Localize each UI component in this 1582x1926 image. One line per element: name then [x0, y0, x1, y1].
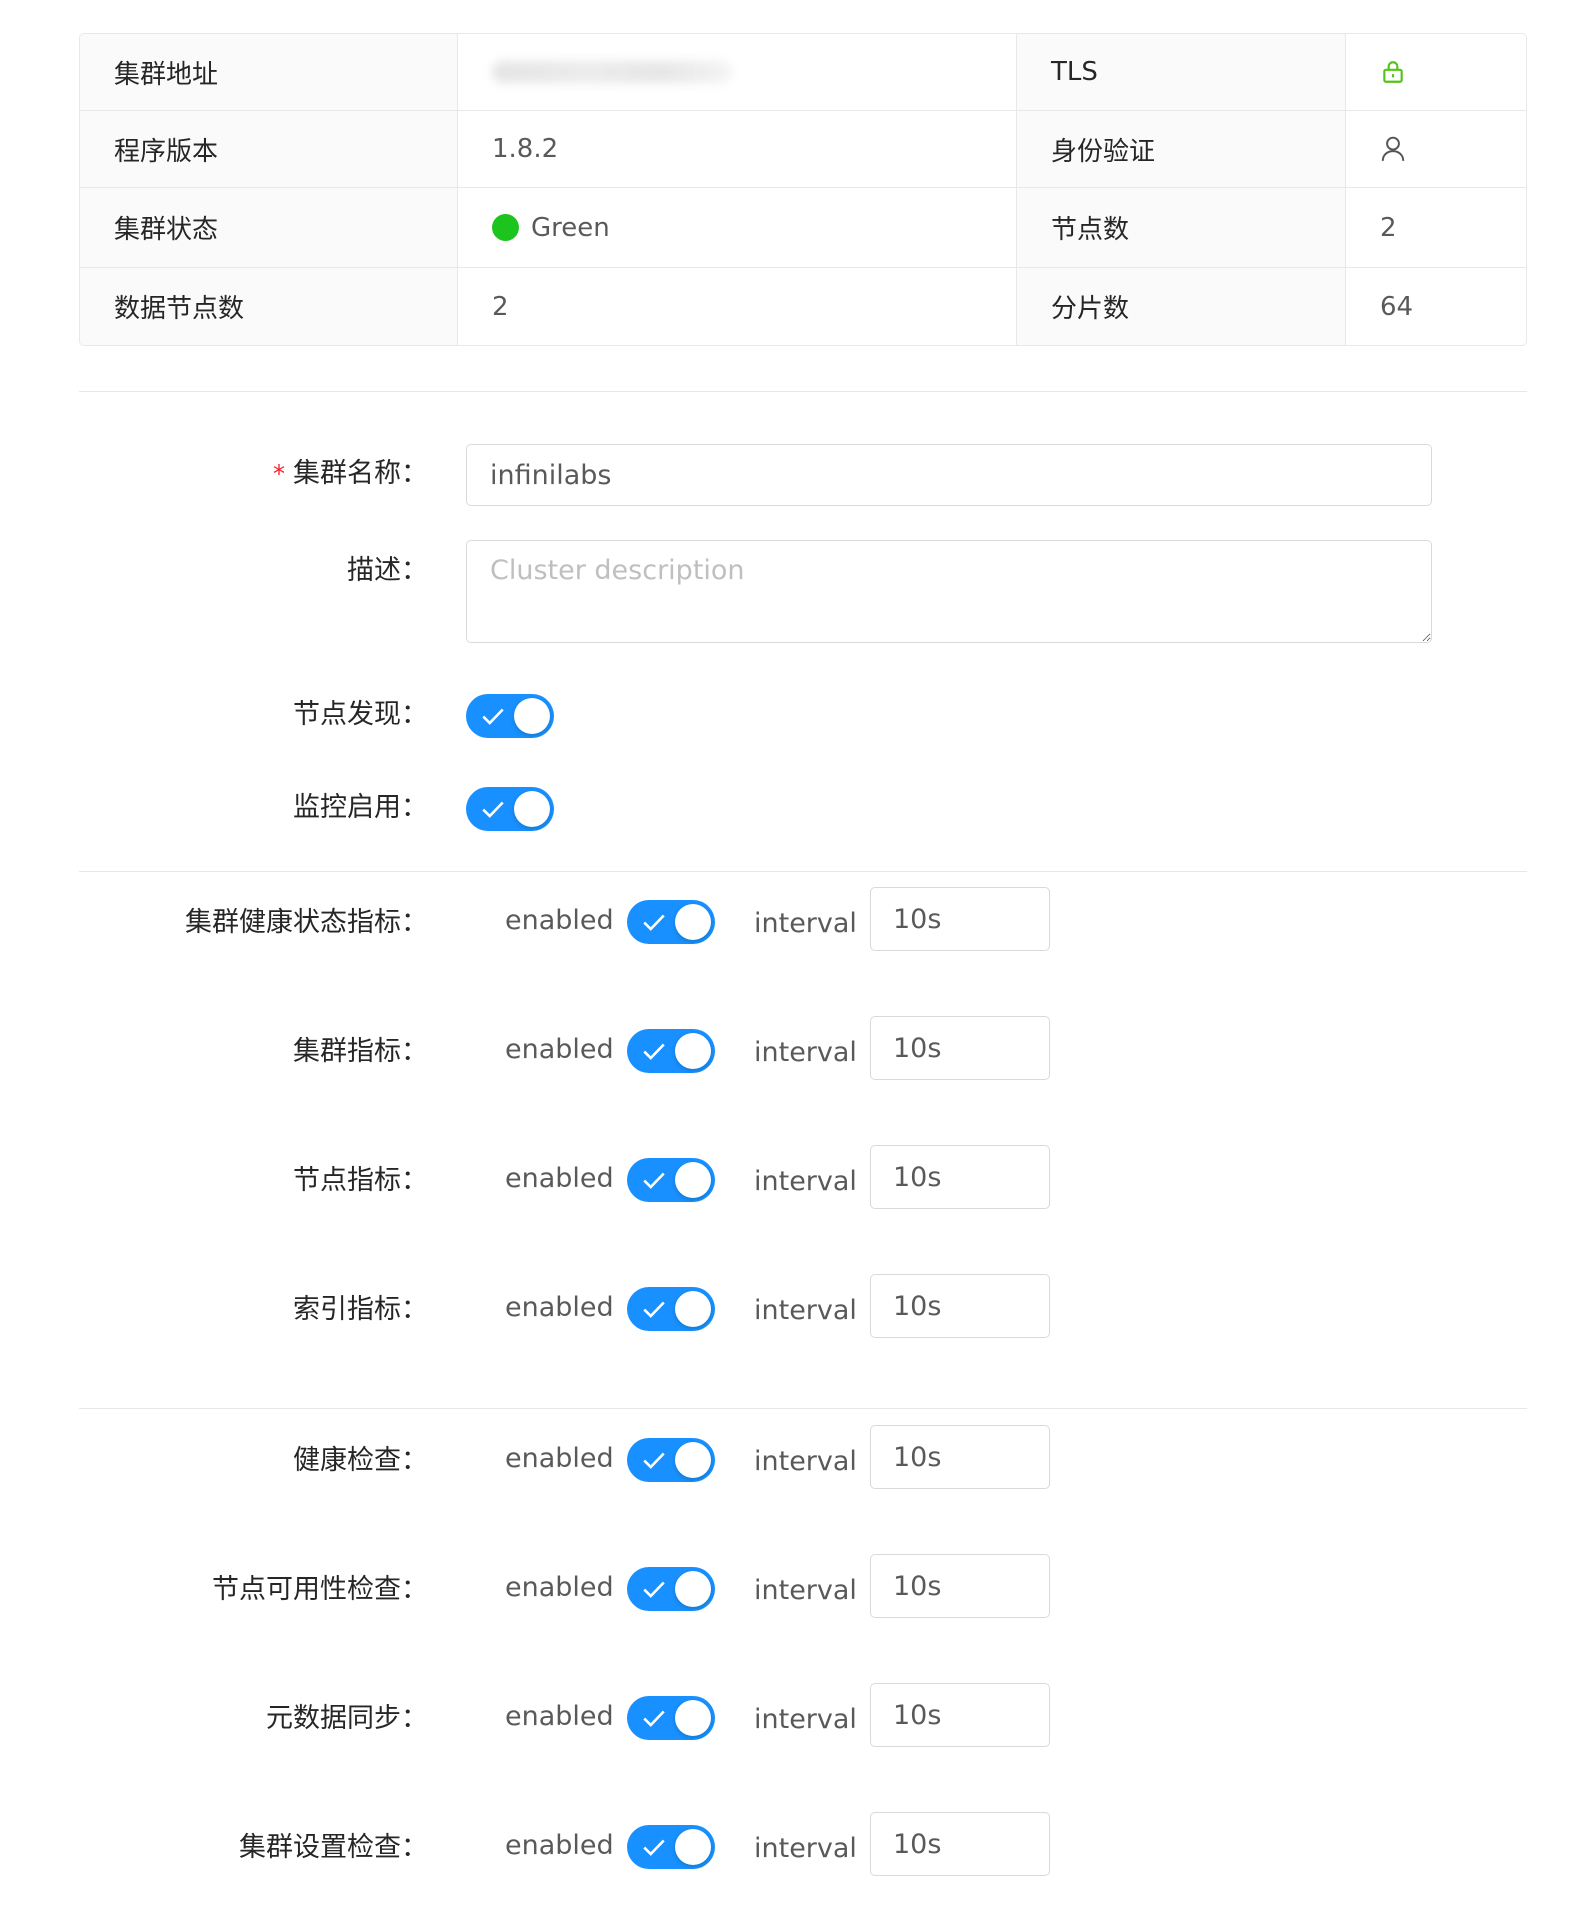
label-shard-count: 分片数	[1017, 268, 1346, 345]
monitor-enabled-switch[interactable]	[466, 787, 554, 831]
switch-knob	[675, 1442, 711, 1478]
interval-input[interactable]	[870, 1274, 1050, 1338]
label-version: 程序版本	[80, 111, 458, 188]
setting-label: 节点可用性检查：	[212, 1574, 428, 1605]
interval-label: interval	[754, 1295, 857, 1326]
interval-input[interactable]	[870, 1812, 1050, 1876]
enabled-label: enabled	[505, 1830, 614, 1861]
interval-input[interactable]	[870, 1554, 1050, 1618]
interval-input[interactable]	[870, 1425, 1050, 1489]
switch-knob	[675, 904, 711, 940]
label-cluster-status: 集群状态	[80, 188, 458, 268]
check-icon	[643, 1452, 665, 1469]
interval-input[interactable]	[870, 887, 1050, 951]
switch-knob	[675, 1829, 711, 1865]
switch-knob	[675, 1162, 711, 1198]
setting-label: 节点指标：	[293, 1165, 428, 1196]
setting-label: 索引指标：	[293, 1294, 428, 1325]
auth-value	[1346, 111, 1526, 188]
check-icon	[643, 1581, 665, 1598]
setting-label: 集群设置检查：	[239, 1832, 428, 1863]
description-textarea[interactable]	[466, 540, 1432, 643]
check-icon	[482, 801, 504, 818]
enabled-label: enabled	[505, 1034, 614, 1065]
switch-knob	[675, 1571, 711, 1607]
node-discovery-switch[interactable]	[466, 694, 554, 738]
switch-knob	[675, 1033, 711, 1069]
monitor-enabled-label: 监控启用：	[293, 792, 428, 823]
interval-input[interactable]	[870, 1683, 1050, 1747]
enabled-label: enabled	[505, 1701, 614, 1732]
check-icon	[482, 708, 504, 725]
cluster-address-value	[458, 34, 1017, 111]
enabled-label: enabled	[505, 1443, 614, 1474]
interval-label: interval	[754, 1166, 857, 1197]
setting-label: 集群指标：	[293, 1036, 428, 1067]
divider	[79, 1408, 1527, 1409]
version-value: 1.8.2	[458, 111, 1017, 188]
switch-knob	[514, 698, 550, 734]
enabled-switch[interactable]	[627, 1287, 715, 1331]
cluster-name-input[interactable]	[466, 444, 1432, 506]
data-node-count-value: 2	[458, 268, 1017, 345]
enabled-label: enabled	[505, 1572, 614, 1603]
enabled-switch[interactable]	[627, 1825, 715, 1869]
interval-label: interval	[754, 1833, 857, 1864]
check-icon	[643, 1839, 665, 1856]
enabled-switch[interactable]	[627, 1029, 715, 1073]
enabled-switch[interactable]	[627, 900, 715, 944]
enabled-switch[interactable]	[627, 1438, 715, 1482]
setting-label: 元数据同步：	[266, 1703, 428, 1734]
check-icon	[643, 1043, 665, 1060]
tls-value	[1346, 34, 1526, 111]
description-label: 描述：	[347, 555, 428, 586]
interval-label: interval	[754, 1704, 857, 1735]
interval-input[interactable]	[870, 1016, 1050, 1080]
interval-label: interval	[754, 1575, 857, 1606]
switch-knob	[675, 1291, 711, 1327]
enabled-switch[interactable]	[627, 1567, 715, 1611]
interval-label: interval	[754, 908, 857, 939]
label-data-node-count: 数据节点数	[80, 268, 458, 345]
cluster-name-label: * 集群名称：	[273, 458, 428, 489]
interval-label: interval	[754, 1446, 857, 1477]
setting-label: 健康检查：	[293, 1445, 428, 1476]
enabled-label: enabled	[505, 1163, 614, 1194]
interval-input[interactable]	[870, 1145, 1050, 1209]
label-cluster-address: 集群地址	[80, 34, 458, 111]
check-icon	[643, 914, 665, 931]
label-auth: 身份验证	[1017, 111, 1346, 188]
enabled-label: enabled	[505, 1292, 614, 1323]
enabled-switch[interactable]	[627, 1158, 715, 1202]
status-dot	[492, 214, 519, 241]
setting-label: 集群健康状态指标：	[185, 907, 428, 938]
node-discovery-label: 节点发现：	[293, 699, 428, 730]
user-icon	[1380, 135, 1406, 163]
check-icon	[643, 1710, 665, 1727]
check-icon	[643, 1301, 665, 1318]
required-mark: *	[273, 460, 285, 488]
switch-knob	[675, 1700, 711, 1736]
interval-label: interval	[754, 1037, 857, 1068]
enabled-label: enabled	[505, 905, 614, 936]
lock-icon	[1380, 59, 1406, 85]
node-count-value: 2	[1346, 188, 1526, 268]
divider	[79, 871, 1527, 872]
cluster-info-table: 集群地址 TLS 程序版本 1.8.2 身份验证 集群状态 Green 节点数 …	[79, 33, 1527, 346]
blurred-address	[492, 61, 732, 83]
label-tls: TLS	[1017, 34, 1346, 111]
divider	[79, 391, 1527, 392]
cluster-status-value: Green	[458, 188, 1017, 268]
switch-knob	[514, 791, 550, 827]
label-node-count: 节点数	[1017, 188, 1346, 268]
shard-count-value: 64	[1346, 268, 1526, 345]
check-icon	[643, 1172, 665, 1189]
status-text: Green	[531, 212, 610, 243]
enabled-switch[interactable]	[627, 1696, 715, 1740]
